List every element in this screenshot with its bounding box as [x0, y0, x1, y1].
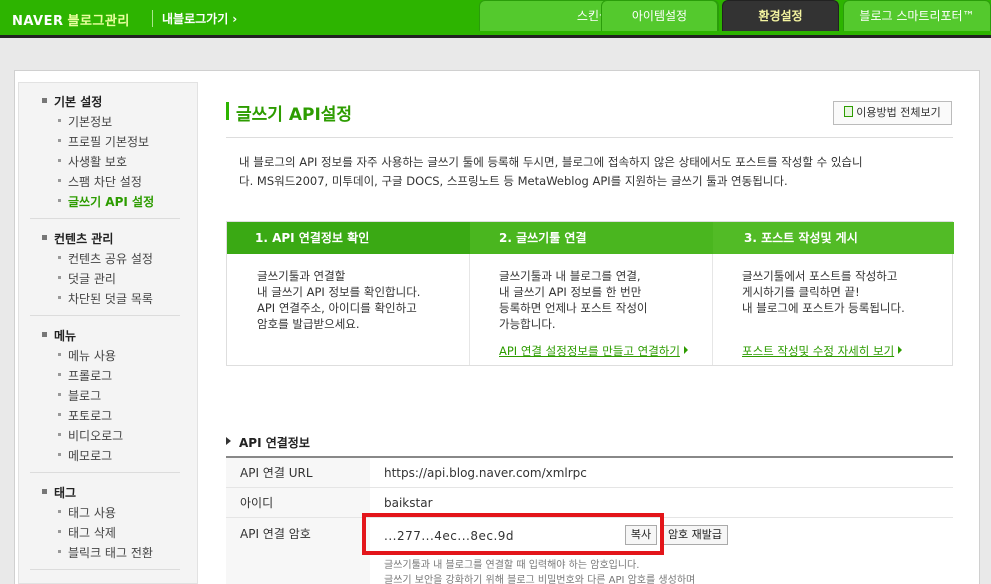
- sidebar-group-menu[interactable]: 메뉴: [41, 327, 76, 344]
- step-text: 가능합니다.: [499, 317, 556, 331]
- user-id-label: 아이디: [226, 488, 370, 517]
- step-1-title: 1. API 연결정보 확인: [255, 231, 370, 245]
- step-3-header: 3. 포스트 작성및 게시: [713, 222, 954, 254]
- step-2-title: 2. 글쓰기툴 연결: [499, 231, 587, 245]
- step-3-title: 3. 포스트 작성및 게시: [744, 231, 858, 245]
- sidebar-item-prologue[interactable]: 프롤로그: [57, 367, 112, 384]
- naver-logo-text: NAVER: [12, 14, 64, 29]
- sidebar-divider: [30, 315, 180, 316]
- step-text: 글쓰기툴과 내 블로그를 연결,: [499, 269, 641, 283]
- password-note: 글쓰기툴과 내 블로그를 연결할 때 입력해야 하는 암호입니다.: [384, 560, 640, 571]
- post-details-link-label: 포스트 작성및 수정 자세히 보기: [742, 344, 895, 358]
- step-1-header: 1. API 연결정보 확인: [227, 222, 470, 254]
- step-text: 암호를 발급받으세요.: [257, 317, 360, 331]
- go-my-blog-label: 내블로그가기: [162, 12, 229, 26]
- sidebar-item-blog[interactable]: 블로그: [57, 387, 101, 404]
- sidebar-item-content-share[interactable]: 컨텐츠 공유 설정: [58, 250, 153, 267]
- tab-settings-label: 환경설정: [758, 9, 803, 23]
- api-url-label: API 연결 URL: [226, 458, 370, 487]
- sidebar-item-basic-info[interactable]: 기본정보: [57, 113, 112, 130]
- create-connection-link[interactable]: API 연결 설정정보를 만들고 연결하기: [499, 343, 688, 359]
- api-password-label: API 연결 암호: [226, 518, 370, 584]
- sidebar-group-tag[interactable]: 태그: [41, 484, 76, 501]
- sidebar-item-comments[interactable]: 덧글 관리: [58, 270, 116, 287]
- sidebar-item-tag-use[interactable]: 태그 사용: [58, 504, 116, 521]
- sidebar-item-tag-delete[interactable]: 태그 삭제: [58, 524, 116, 541]
- steps-panel: 1. API 연결정보 확인 2. 글쓰기툴 연결 3. 포스트 작성및 게시 …: [226, 221, 954, 366]
- step-1-body: 글쓰기툴과 연결할 내 글쓰기 API 정보를 확인합니다. API 연결주소,…: [257, 268, 420, 332]
- highlight-box: [362, 513, 664, 555]
- api-url-value[interactable]: https://api.blog.naver.com/xmlrpc: [384, 458, 587, 488]
- step-text: 게시하기를 클릭하면 끝!: [742, 285, 860, 299]
- step-text: 글쓰기툴에서 포스트를 작성하고: [742, 269, 898, 283]
- sidebar-item-videolog[interactable]: 비디오로그: [57, 427, 123, 444]
- sidebar-divider: [30, 569, 180, 570]
- sidebar-divider: [30, 218, 180, 219]
- reissue-password-button[interactable]: 암호 재발급: [662, 525, 728, 545]
- sidebar-item-privacy[interactable]: 사생활 보호: [57, 153, 127, 170]
- go-my-blog-link[interactable]: 내블로그가기 ›: [162, 10, 237, 27]
- blog-admin-logo-text: 블로그관리: [67, 14, 130, 29]
- chevron-right-icon: ›: [232, 12, 238, 26]
- step-text: API 연결주소, 아이디를 확인하고: [257, 301, 417, 315]
- sidebar-group-content[interactable]: 컨텐츠 관리: [41, 230, 113, 247]
- sidebar-item-memolog[interactable]: 메모로그: [57, 447, 112, 464]
- post-details-link[interactable]: 포스트 작성및 수정 자세히 보기: [742, 343, 903, 359]
- create-connection-link-label: API 연결 설정정보를 만들고 연결하기: [499, 344, 680, 358]
- password-note: 글쓰기 보안을 강화하기 위해 블로그 비밀번호와 다른 API 암호를 생성하…: [384, 575, 696, 584]
- tab-smart-reporter[interactable]: 블로그 스마트리포터™: [843, 0, 991, 31]
- description-line: 다. MS워드2007, 미투데이, 구글 DOCS, 스프링노트 등 Meta…: [239, 174, 788, 188]
- step-text: 내 블로그에 포스트가 등록됩니다.: [742, 301, 905, 315]
- document-icon: [844, 106, 854, 117]
- tab-item[interactable]: 아이템설정: [601, 0, 718, 31]
- sidebar-item-profile[interactable]: 프로필 기본정보: [57, 133, 149, 150]
- page-title: 글쓰기 API설정: [226, 100, 352, 125]
- page-description: 내 블로그의 API 정보를 자주 사용하는 글쓰기 툴에 등록해 두시면, 블…: [239, 153, 951, 191]
- step-text: 내 글쓰기 API 정보를 확인합니다.: [257, 285, 421, 299]
- step-2-header: 2. 글쓰기툴 연결: [470, 222, 713, 254]
- tab-smart-reporter-label: 블로그 스마트리포터™: [859, 9, 975, 23]
- sidebar-item-menu-use[interactable]: 메뉴 사용: [58, 347, 116, 364]
- table-row: API 연결 URL https://api.blog.naver.com/xm…: [226, 458, 953, 488]
- view-guide-button[interactable]: 이용방법 전체보기: [833, 101, 952, 125]
- sidebar-item-blocked-comments[interactable]: 차단된 덧글 목록: [58, 290, 153, 307]
- arrow-right-icon: [898, 346, 903, 354]
- divider: [152, 10, 153, 27]
- sidebar-divider: [30, 472, 180, 473]
- top-navigation-bar: NAVER 블로그관리 내블로그가기 › 스킨설정 아이템설정 환경설정 블로그 스…: [0, 0, 991, 38]
- step-2-body: 글쓰기툴과 내 블로그를 연결, 내 글쓰기 API 정보를 한 번만 등록하면…: [499, 268, 648, 332]
- step-text: 내 글쓰기 API 정보를 한 번만: [499, 285, 642, 299]
- arrow-right-icon: [683, 346, 688, 354]
- sidebar-group-basic[interactable]: 기본 설정: [41, 93, 102, 110]
- title-divider: [226, 137, 953, 138]
- naver-blog-logo[interactable]: NAVER 블로그관리: [12, 10, 130, 29]
- step-text: 글쓰기툴과 연결할: [257, 269, 346, 283]
- description-line: 내 블로그의 API 정보를 자주 사용하는 글쓰기 툴에 등록해 두시면, 블…: [239, 155, 863, 169]
- tab-item-label: 아이템설정: [631, 9, 688, 23]
- step-text: 등록하면 언제나 포스트 작성이: [499, 301, 648, 315]
- api-section-title: API 연결정보: [226, 434, 310, 451]
- step-3-body: 글쓰기툴에서 포스트를 작성하고 게시하기를 클릭하면 끝! 내 블로그에 포스…: [742, 268, 905, 316]
- sidebar-item-blink-tag[interactable]: 블릭크 태그 전환: [58, 544, 153, 561]
- view-guide-label: 이용방법 전체보기: [856, 106, 941, 119]
- sidebar-item-write-api[interactable]: 글쓰기 API 설정: [57, 193, 154, 210]
- sidebar-item-photolog[interactable]: 포토로그: [57, 407, 112, 424]
- sidebar-item-spam[interactable]: 스팸 차단 설정: [58, 173, 142, 190]
- tab-settings[interactable]: 환경설정: [722, 0, 839, 31]
